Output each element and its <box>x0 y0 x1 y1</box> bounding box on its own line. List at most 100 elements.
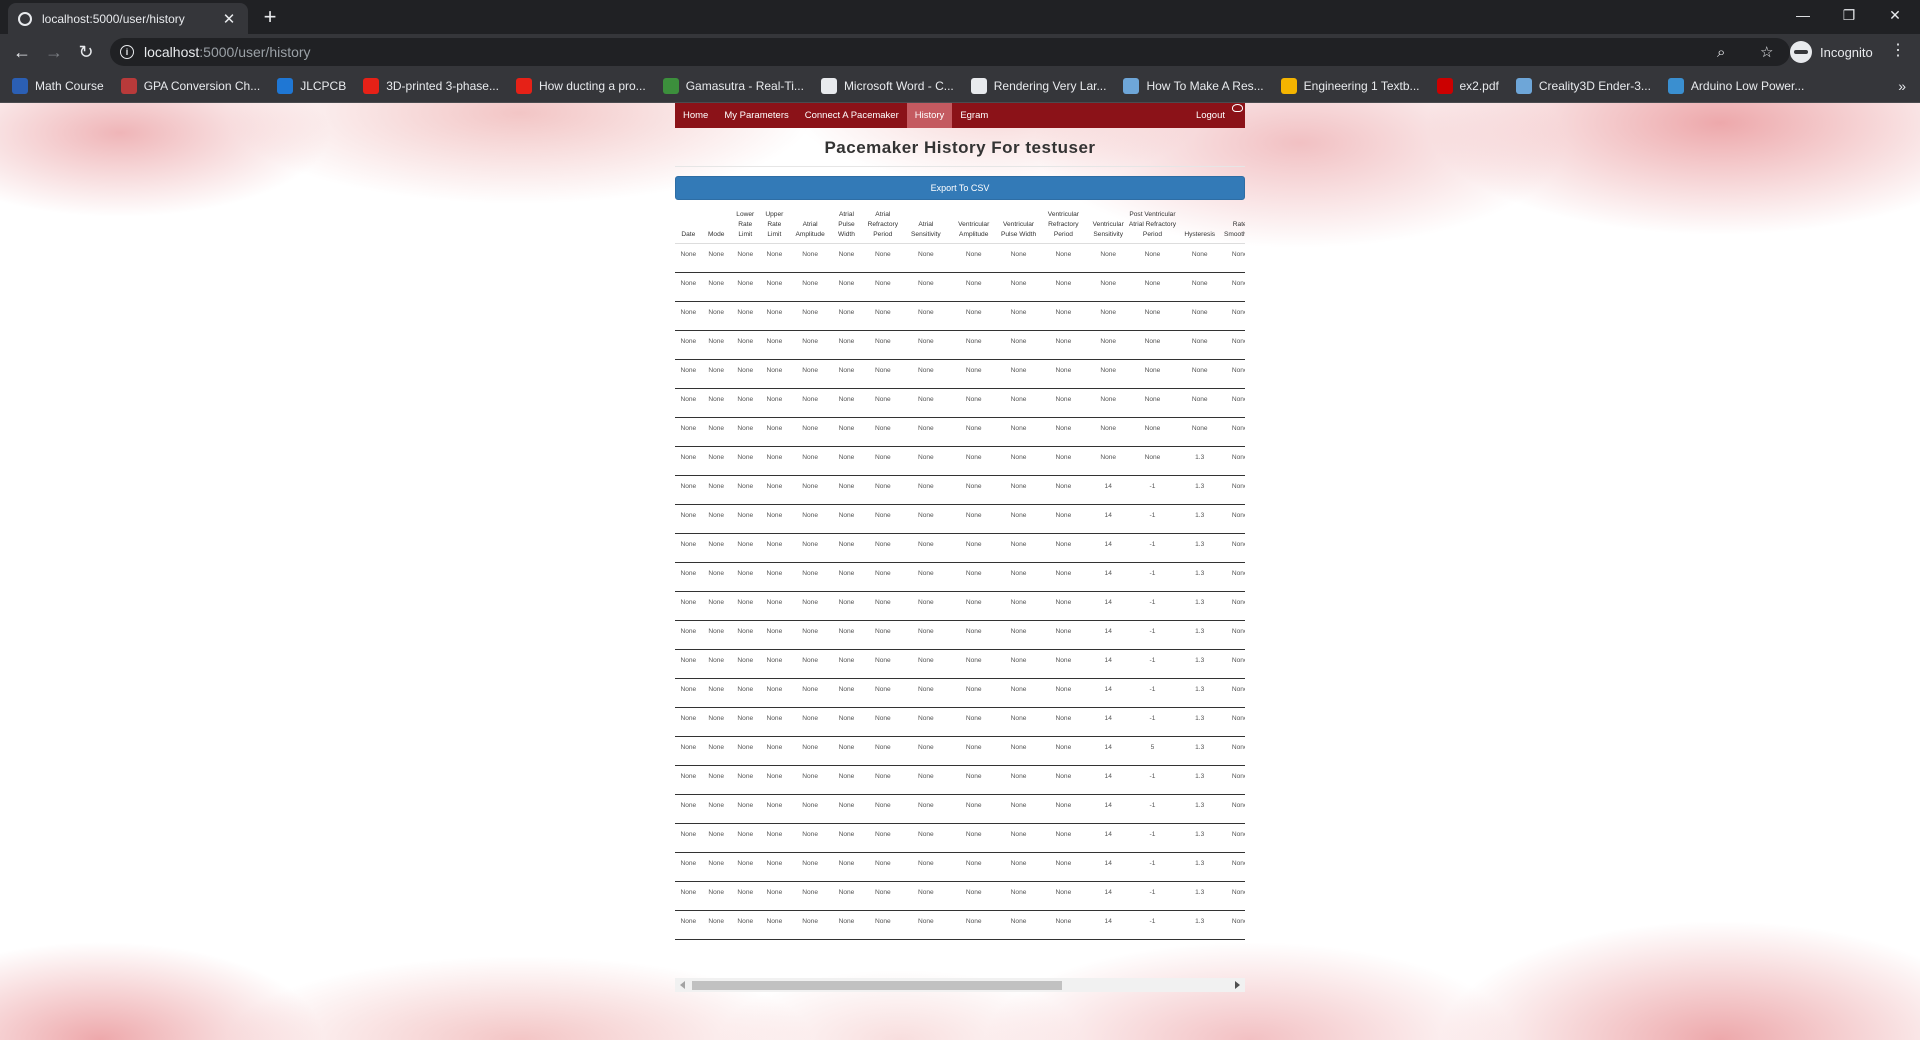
bookmark-item[interactable]: How ducting a pro... <box>515 78 646 94</box>
table-cell: None <box>1221 852 1245 882</box>
table-cell: None <box>831 852 862 882</box>
more-bookmarks-icon[interactable]: » <box>1898 78 1906 94</box>
table-cell: None <box>675 620 702 650</box>
table-cell: None <box>999 243 1038 273</box>
table-cell: 14 <box>1089 910 1127 940</box>
table-cell: None <box>1177 330 1222 360</box>
pdf-icon <box>1436 78 1453 94</box>
browser-tab[interactable]: localhost:5000/user/history ✕ <box>8 3 248 34</box>
bookmark-label: Microsoft Word - C... <box>843 79 954 93</box>
nav-item-my-parameters[interactable]: My Parameters <box>716 103 796 128</box>
close-window-icon[interactable]: ✕ <box>1872 0 1918 30</box>
table-cell: None <box>788 330 832 360</box>
nav-item-history[interactable]: History <box>906 103 953 128</box>
table-cell: None <box>1037 272 1090 302</box>
bookmark-item[interactable]: Arduino Low Power... <box>1667 78 1805 94</box>
table-row: None None None None None None None None None None… <box>675 678 1245 708</box>
table-cell: None <box>701 562 731 592</box>
forward-icon[interactable]: → <box>42 40 66 64</box>
address-bar[interactable]: i localhost:5000/user/history ⌕ ☆ <box>110 38 1790 66</box>
table-cell: None <box>999 736 1038 766</box>
hc-icon <box>1667 78 1684 94</box>
table-cell: 1.3 <box>1177 591 1222 621</box>
restore-icon[interactable]: ❐ <box>1826 0 1872 30</box>
table-cell: None <box>701 388 731 418</box>
table-cell: None <box>730 794 760 824</box>
table-cell: None <box>1037 533 1090 563</box>
export-csv-button[interactable]: Export To CSV <box>675 176 1245 200</box>
close-tab-icon[interactable]: ✕ <box>220 10 238 28</box>
table-cell: None <box>999 301 1038 331</box>
bookmark-item[interactable]: ex2.pdf <box>1436 78 1499 94</box>
nav-item-connect-a-pacemaker[interactable]: Connect A Pacemaker <box>797 103 907 128</box>
logout-link[interactable]: Logout <box>1196 103 1225 128</box>
bookmark-label: Gamasutra - Real-Ti... <box>685 79 804 93</box>
reload-icon[interactable]: ↻ <box>74 40 98 64</box>
table-cell: None <box>999 591 1038 621</box>
drive-icon <box>1280 78 1297 94</box>
history-table-scroll-area[interactable]: Date Mode Lower Rate Limit Upper Rate Limit… <box>675 210 1245 990</box>
table-cell: None <box>999 475 1038 505</box>
bookmark-item[interactable]: 3D-printed 3-phase... <box>363 78 499 94</box>
bookmark-item[interactable]: Rendering Very Lar... <box>970 78 1106 94</box>
bookmark-item[interactable]: Gamasutra - Real-Ti... <box>662 78 804 94</box>
table-cell: 14 <box>1089 678 1127 708</box>
table-cell: None <box>675 475 702 505</box>
table-cell: None <box>788 475 832 505</box>
table-cell: None <box>1127 388 1178 418</box>
bookmark-item[interactable]: GPA Conversion Ch... <box>120 78 260 94</box>
table-cell: None <box>947 649 1000 679</box>
table-cell: None <box>904 765 948 795</box>
minimize-icon[interactable]: — <box>1780 0 1826 30</box>
table-cell: None <box>831 243 862 273</box>
scroll-right-icon[interactable] <box>1235 981 1240 989</box>
scroll-left-icon[interactable] <box>680 981 685 989</box>
horizontal-scrollbar[interactable] <box>675 978 1245 992</box>
bookmark-item[interactable]: Creality3D Ender-3... <box>1515 78 1651 94</box>
nav-item-egram[interactable]: Egram <box>952 103 996 128</box>
table-cell: None <box>861 736 905 766</box>
heart-logo-icon <box>1232 104 1243 112</box>
zoom-icon[interactable]: ⌕ <box>1717 38 1725 66</box>
new-tab-button[interactable]: + <box>258 4 282 30</box>
table-cell: None <box>759 272 789 302</box>
table-cell: None <box>1089 301 1127 331</box>
column-header: Post Ventricular Atrial Refractory Perio… <box>1127 210 1178 244</box>
bookmark-label: JLCPCB <box>300 79 347 93</box>
table-cell: None <box>904 504 948 534</box>
table-cell: None <box>759 301 789 331</box>
bookmark-item[interactable]: How To Make A Res... <box>1123 78 1264 94</box>
table-cell: None <box>999 504 1038 534</box>
info-icon[interactable]: i <box>120 45 134 59</box>
bookmark-label: Creality3D Ender-3... <box>1538 79 1651 93</box>
table-cell: None <box>788 678 832 708</box>
table-cell: None <box>999 388 1038 418</box>
table-cell: None <box>1089 388 1127 418</box>
scrollbar-thumb[interactable] <box>692 981 1062 990</box>
table-cell: None <box>788 417 832 447</box>
bookmark-item[interactable]: Engineering 1 Textb... <box>1280 78 1420 94</box>
table-cell: -1 <box>1127 475 1178 505</box>
table-cell: None <box>1037 707 1090 737</box>
bookmark-item[interactable]: JLCPCB <box>277 78 346 94</box>
incognito-profile-button[interactable]: Incognito <box>1790 38 1873 66</box>
table-cell: None <box>861 794 905 824</box>
bookmark-star-icon[interactable]: ☆ <box>1760 38 1773 66</box>
back-icon[interactable]: ← <box>10 40 34 64</box>
bookmark-label: Arduino Low Power... <box>1690 79 1805 93</box>
table-cell: None <box>831 272 862 302</box>
table-cell: None <box>831 533 862 563</box>
table-cell: None <box>947 852 1000 882</box>
bookmark-item[interactable]: Math Course <box>12 78 104 94</box>
menu-icon[interactable]: ⋮ <box>1888 40 1908 60</box>
bookmark-item[interactable]: Microsoft Word - C... <box>820 78 954 94</box>
nav-item-home[interactable]: Home <box>675 103 716 128</box>
table-cell: None <box>788 446 832 476</box>
column-header: Atrial Refractory Period <box>861 210 905 244</box>
table-cell: None <box>999 678 1038 708</box>
table-cell: None <box>904 736 948 766</box>
table-cell: None <box>1221 475 1245 505</box>
column-header: Rate Smoothing <box>1221 210 1245 244</box>
table-cell: None <box>759 881 789 911</box>
table-cell: 1.3 <box>1177 504 1222 534</box>
